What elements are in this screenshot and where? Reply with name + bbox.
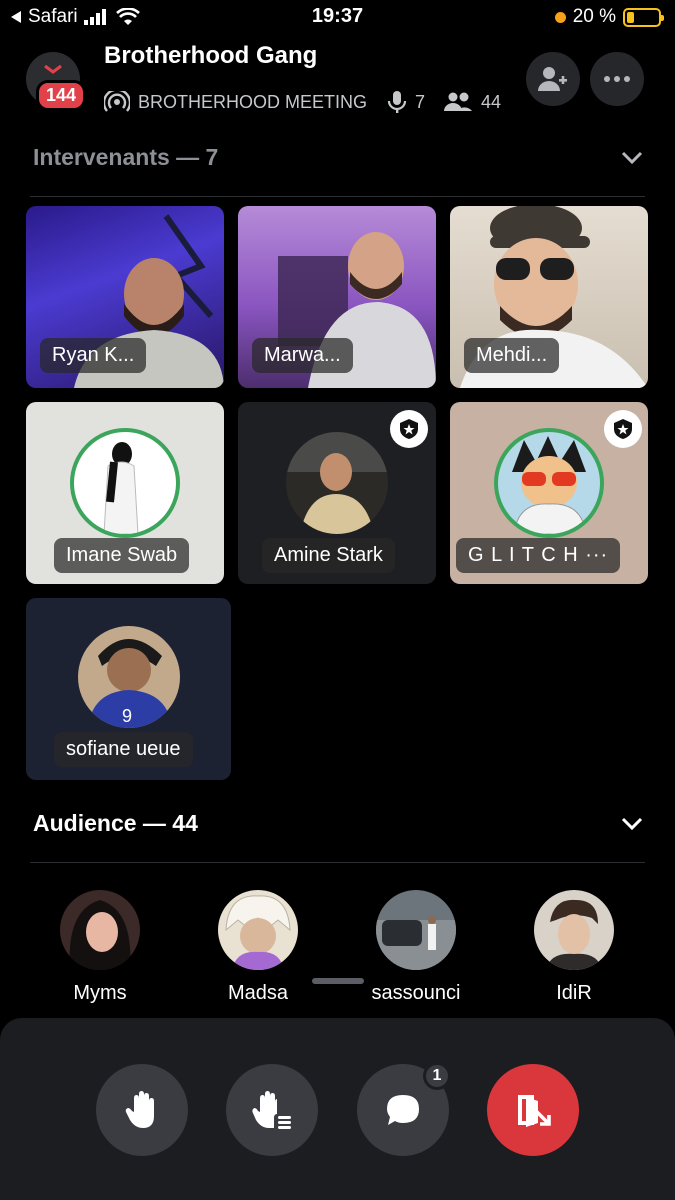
avatar (494, 428, 604, 538)
raise-hand-icon (125, 1091, 154, 1128)
hand-queue-button[interactable] (226, 1064, 318, 1156)
more-button[interactable] (590, 52, 644, 106)
speaker-tile[interactable]: Marwa... (238, 206, 436, 388)
speaker-name: sofiane ueue (54, 732, 193, 767)
moderator-badge (390, 410, 428, 448)
avatar (70, 428, 180, 538)
speaker-tile[interactable]: G L I T C H ··· (450, 402, 648, 584)
audience-name: IdiR (556, 982, 592, 1004)
stage-icon (104, 91, 130, 112)
avatar (218, 890, 298, 970)
more-icon (604, 76, 630, 82)
avatar (376, 890, 456, 970)
avatar-image (512, 436, 587, 534)
leave-icon (518, 1095, 551, 1127)
sheet-grabber[interactable] (312, 978, 364, 984)
speaker-name: G L I T C H ··· (456, 538, 621, 573)
audience-section-header[interactable]: Audience — 44 (33, 810, 643, 837)
avatar-image (69, 900, 131, 970)
speaker-name: Imane Swab (54, 538, 190, 573)
battery-status: 20 % (554, 6, 664, 28)
speaker-tile[interactable]: 9 sofiane ueue (26, 598, 231, 780)
stage-info: BROTHERHOOD MEETING 7 44 (104, 90, 501, 114)
listeners-count: 44 (481, 91, 502, 112)
stage-name: BROTHERHOOD MEETING (138, 91, 368, 112)
audience-section-label: Audience — 44 (33, 810, 198, 836)
audience-name: sassounci (371, 982, 461, 1004)
avatar-image (286, 432, 388, 534)
avatar (60, 890, 140, 970)
speaker-tile[interactable]: Mehdi... (450, 206, 648, 388)
audience-member[interactable]: Myms (40, 890, 160, 1005)
avatar: 9 (78, 626, 180, 728)
audience-member[interactable]: IdiR (514, 890, 634, 1005)
speakers-count: 7 (415, 91, 426, 112)
moderator-icon (614, 419, 632, 439)
server-title: Brotherhood Gang (104, 42, 318, 69)
avatar (534, 890, 614, 970)
add-user-icon (538, 67, 567, 91)
divider (30, 196, 645, 197)
svg-text:9: 9 (122, 706, 132, 726)
avatar-image (546, 899, 602, 970)
avatar-image: 9 (88, 639, 172, 728)
hand-list-icon (252, 1091, 291, 1129)
audience-name: Madsa (227, 982, 289, 1004)
avatar (286, 432, 388, 534)
moderator-badge (604, 410, 642, 448)
status-bar: Safari 19:37 20 % (0, 0, 675, 34)
audience-name: Myms (73, 982, 127, 1004)
speaker-name: Amine Stark (262, 538, 395, 573)
raise-hand-button[interactable] (96, 1064, 188, 1156)
chevron-down-icon (621, 151, 643, 164)
privacy-dot (554, 11, 566, 23)
leave-stage-button[interactable] (487, 1064, 579, 1156)
chevron-down-icon (621, 817, 643, 830)
audience-member[interactable]: sassounci (356, 890, 476, 1005)
battery-percent: 20 % (572, 6, 616, 27)
battery-icon (623, 7, 664, 27)
speaker-name: Mehdi... (464, 338, 560, 373)
chat-unread-badge: 1 (423, 1062, 451, 1090)
speaker-name: Marwa... (252, 338, 353, 373)
invite-button[interactable] (526, 52, 580, 106)
speakers-section-label: Intervenants — 7 (33, 144, 219, 170)
people-icon (444, 92, 473, 111)
avatar-image (376, 916, 456, 970)
speaker-tile[interactable]: Imane Swab (26, 402, 224, 584)
notification-badge: 144 (36, 80, 87, 111)
stage-header: 144 Brotherhood Gang BROTHERHOOD MEETING… (0, 38, 675, 128)
speaker-name: Ryan K... (40, 338, 147, 373)
audience-member[interactable]: Madsa (198, 890, 318, 1005)
avatar-image (103, 442, 139, 534)
divider (30, 862, 645, 863)
action-bar: 1 (0, 1018, 675, 1200)
avatar-image (225, 895, 291, 970)
speaker-tile[interactable]: Amine Stark (238, 402, 436, 584)
chat-bubble-icon (387, 1095, 419, 1125)
speaker-tile[interactable]: Ryan K... (26, 206, 224, 388)
mic-icon (387, 91, 407, 113)
moderator-icon (400, 419, 418, 439)
chat-button[interactable]: 1 (357, 1062, 451, 1156)
speakers-section-header[interactable]: Intervenants — 7 (33, 144, 643, 171)
